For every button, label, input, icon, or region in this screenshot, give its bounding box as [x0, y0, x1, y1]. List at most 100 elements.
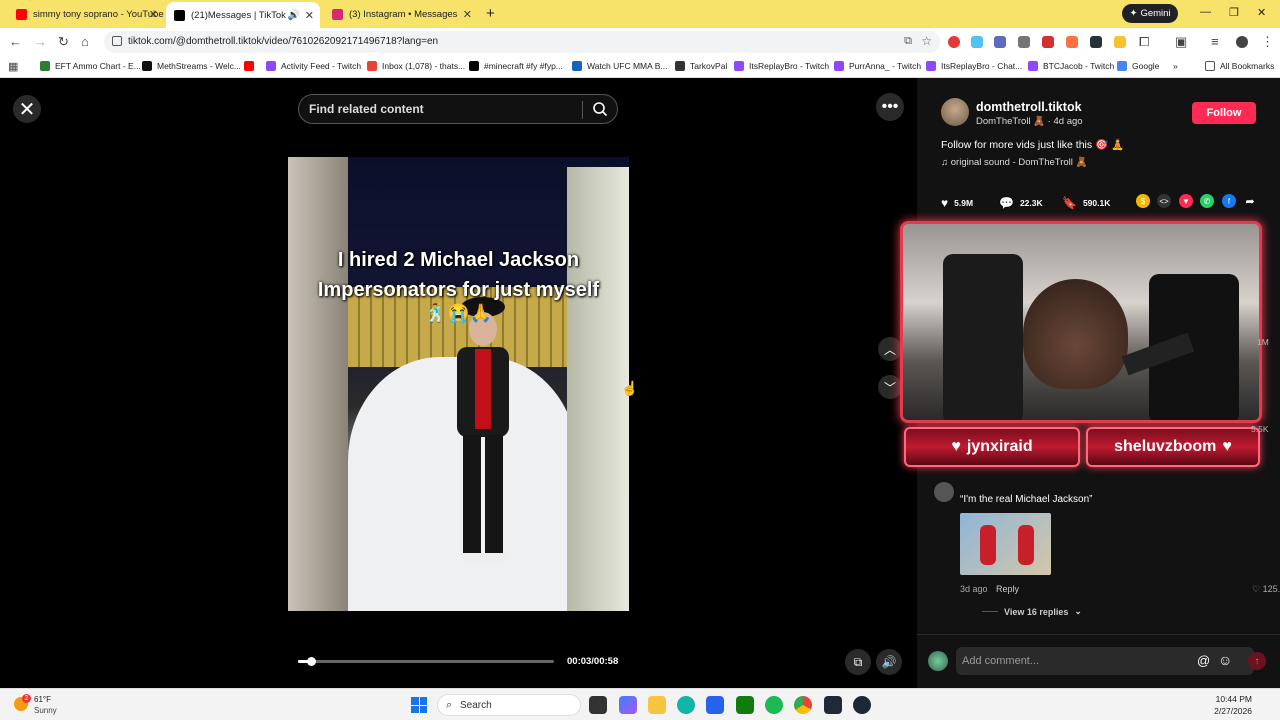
home-icon[interactable]: ⌂: [81, 34, 89, 49]
reload-icon[interactable]: ↻: [58, 34, 69, 50]
extension-icon[interactable]: [971, 36, 983, 48]
extension-icon[interactable]: [1018, 36, 1030, 48]
next-video-button[interactable]: ﹀: [878, 375, 902, 399]
commenter-avatar[interactable]: [934, 482, 954, 502]
close-window-icon[interactable]: ✕: [1257, 6, 1266, 19]
close-tab-icon[interactable]: ✕: [305, 9, 314, 22]
bookmark-item[interactable]: Inbox (1,078) - thats...: [367, 61, 465, 71]
clock-time[interactable]: 10:44 PM: [1210, 694, 1252, 704]
site-info-icon[interactable]: [112, 36, 122, 46]
bookmark-label: ItsReplayBro - Chat...: [941, 61, 1023, 71]
spotify-icon[interactable]: [765, 696, 783, 714]
more-options-button[interactable]: •••: [876, 93, 904, 121]
volume-icon[interactable]: 🔊: [876, 649, 902, 675]
sidepanel-icon[interactable]: ▣: [1175, 34, 1187, 50]
minimize-icon[interactable]: —: [1200, 6, 1211, 18]
embed-icon[interactable]: <>: [1157, 194, 1171, 208]
progress-handle[interactable]: [306, 657, 316, 666]
close-tab-icon[interactable]: ✕: [463, 8, 472, 21]
view-replies-button[interactable]: View 16 replies ⌄: [982, 606, 1082, 617]
save-button[interactable]: 🔖 590.1K: [1062, 196, 1110, 210]
file-explorer-icon[interactable]: [648, 696, 666, 714]
clock-date[interactable]: 2/27/2026: [1210, 706, 1252, 716]
all-bookmarks[interactable]: All Bookmarks: [1205, 61, 1274, 71]
maximize-icon[interactable]: ❐: [1229, 6, 1239, 19]
speaker-icon[interactable]: 🔊: [288, 10, 300, 21]
start-button[interactable]: [411, 697, 427, 713]
new-tab-button[interactable]: +: [486, 5, 495, 22]
profile-avatar[interactable]: [1236, 36, 1248, 48]
reply-button[interactable]: Reply: [996, 584, 1019, 594]
bookmark-star-icon[interactable]: ☆: [921, 34, 932, 48]
follow-button[interactable]: Follow: [1192, 102, 1256, 124]
post-sound[interactable]: ♫ original sound - DomTheTroll 🧸: [941, 157, 1087, 168]
tab-instagram[interactable]: (3) Instagram • Messages ✕: [324, 4, 478, 24]
media-icon[interactable]: ≡: [1211, 34, 1219, 49]
apps-grid-icon[interactable]: ▦: [8, 60, 18, 73]
share-icon[interactable]: ➦: [1243, 194, 1257, 208]
extension-icon[interactable]: [994, 36, 1006, 48]
like-button[interactable]: ♥ 5.9M: [941, 196, 973, 210]
related-search-box[interactable]: [298, 94, 618, 124]
close-tab-icon[interactable]: ✕: [149, 8, 158, 21]
tab-tiktok[interactable]: (21)Messages | TikTok 🔊 ✕: [166, 2, 320, 28]
store-icon[interactable]: [706, 696, 724, 714]
send-icon[interactable]: ↑: [1248, 652, 1266, 670]
bookmark-item[interactable]: Watch UFC MMA B...: [572, 61, 667, 71]
bookmark-item[interactable]: PurrAnna_ - Twitch: [834, 61, 921, 71]
tiktok-video-page: ✕ I hired 2 Michael Jackson Impersonator…: [0, 78, 1280, 688]
emoji-icon[interactable]: ☺: [1218, 652, 1232, 668]
address-bar[interactable]: tiktok.com/@domthetroll.tiktok/video/761…: [104, 31, 940, 53]
creator-avatar[interactable]: [941, 98, 969, 126]
steam-icon[interactable]: [853, 696, 871, 714]
bookmark-item[interactable]: BTCJacob - Twitch: [1028, 61, 1114, 71]
chrome-icon[interactable]: [794, 696, 812, 714]
bookmark-item[interactable]: #minecraft #fy #fyp...: [469, 61, 563, 71]
extension-icon[interactable]: [1090, 36, 1102, 48]
bookmark-item[interactable]: MethStreams - Welc...: [142, 61, 241, 71]
xbox-icon[interactable]: [736, 696, 754, 714]
video-progress-bar[interactable]: [298, 657, 554, 666]
video-player[interactable]: I hired 2 Michael Jackson Impersonators …: [288, 157, 629, 611]
app-icon[interactable]: [824, 696, 842, 714]
bookmark-item[interactable]: TarkovPal: [675, 61, 727, 71]
task-view-icon[interactable]: [589, 696, 607, 714]
mouse-cursor-icon: ☝: [621, 380, 639, 396]
extension-icon[interactable]: [1066, 36, 1078, 48]
extension-icon[interactable]: [1042, 36, 1054, 48]
floating-player-icon[interactable]: ⧉: [845, 649, 871, 675]
comment-image[interactable]: [960, 513, 1051, 575]
bookmark-item[interactable]: EFT Ammo Chart - E...: [40, 61, 141, 71]
overlay-name-tag: ♥ jynxiraid: [904, 427, 1080, 467]
gemini-button[interactable]: ✦ Gemini: [1122, 4, 1178, 23]
back-icon[interactable]: ←: [9, 34, 22, 49]
menu-kebab-icon[interactable]: ⋮: [1261, 34, 1274, 50]
tab-youtube[interactable]: simmy tony soprano - YouTube ✕: [8, 4, 164, 24]
copilot-icon[interactable]: [619, 696, 637, 714]
forward-icon[interactable]: →: [34, 34, 47, 49]
bookmark-item[interactable]: Google: [1117, 61, 1159, 71]
extension-icon[interactable]: [1114, 36, 1126, 48]
comment-like-button[interactable]: ♡ 125.8K: [1252, 584, 1280, 595]
close-video-button[interactable]: ✕: [13, 95, 41, 123]
edge-icon[interactable]: [677, 696, 695, 714]
install-app-icon[interactable]: ⧉: [904, 35, 912, 48]
extensions-puzzle-icon[interactable]: ⧠: [1139, 34, 1149, 50]
previous-video-button[interactable]: ︿: [878, 337, 902, 361]
taskbar-search[interactable]: ⌕ Search: [437, 694, 581, 716]
repost-icon[interactable]: ▼: [1179, 194, 1193, 208]
coin-icon[interactable]: $: [1136, 194, 1150, 208]
bookmarks-overflow-icon[interactable]: »: [1173, 61, 1178, 71]
related-search-input[interactable]: [309, 102, 569, 116]
extension-icon[interactable]: [948, 36, 960, 48]
bookmark-item[interactable]: [244, 61, 259, 71]
search-icon[interactable]: [592, 101, 608, 117]
facebook-icon[interactable]: f: [1222, 194, 1236, 208]
comment-button[interactable]: 💬 22.3K: [999, 196, 1043, 210]
bookmark-item[interactable]: Activity Feed - Twitch: [266, 61, 361, 71]
bookmark-item[interactable]: ItsReplayBro - Twitch: [734, 61, 829, 71]
mention-icon[interactable]: @: [1197, 653, 1210, 668]
creator-username[interactable]: domthetroll.tiktok: [976, 100, 1082, 114]
whatsapp-icon[interactable]: ✆: [1200, 194, 1214, 208]
bookmark-item[interactable]: ItsReplayBro - Chat...: [926, 61, 1022, 71]
